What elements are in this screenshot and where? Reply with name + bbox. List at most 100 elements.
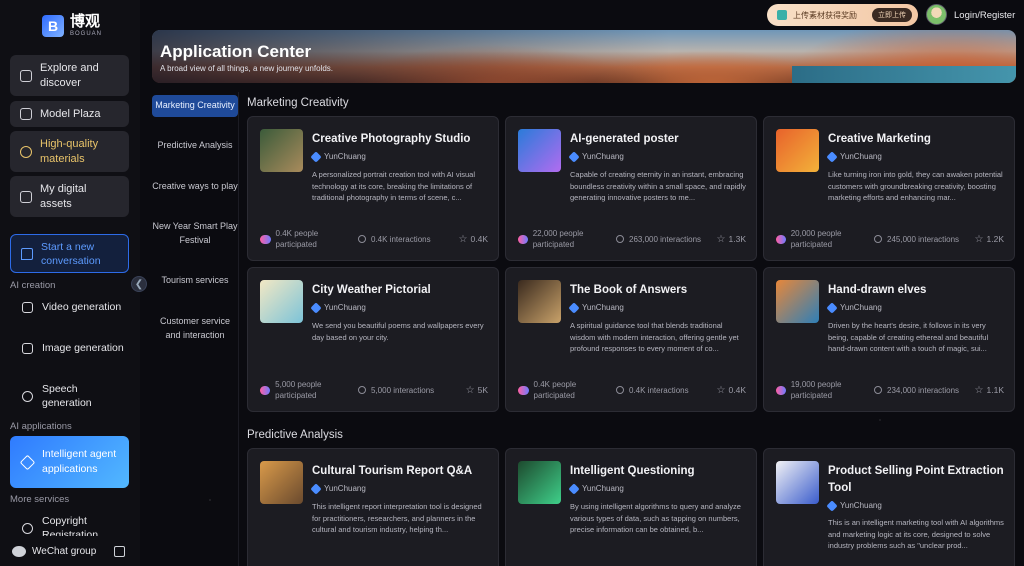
app-title: Cultural Tourism Report Q&A — [312, 465, 473, 477]
star-count: 0.4K — [470, 233, 489, 244]
author-icon — [826, 499, 838, 512]
sidebar-bottom-bar: WeChat group — [0, 536, 140, 566]
medal-icon — [20, 145, 32, 158]
new-conversation-button[interactable]: Start a new conversation — [10, 234, 129, 273]
interactions-icon — [358, 386, 366, 394]
author-name: YunChuang — [840, 152, 882, 161]
app-stats: 0.4K people participated 0.4K interaction… — [518, 376, 746, 404]
sidebar-item-video[interactable]: Video generation — [22, 300, 130, 314]
participants-icon — [260, 234, 271, 244]
participants-icon — [776, 234, 786, 244]
author-icon — [826, 301, 838, 314]
tab-marketing-creativity[interactable]: Marketing Creativity — [152, 95, 238, 117]
avatar[interactable] — [926, 4, 947, 25]
interactions-icon — [874, 386, 882, 394]
cube-icon — [20, 108, 32, 120]
chevron-left-icon: ❮ — [134, 278, 144, 290]
author-name: YunChuang — [582, 303, 624, 312]
tab-tourism-services[interactable]: Tourism services — [152, 274, 238, 288]
app-author: YunChuang — [310, 301, 366, 314]
app-card[interactable]: Hand-drawn elves YunChuang Driven by the h… — [763, 267, 1015, 412]
app-stats: 20,000 people participated 245,000 intera… — [776, 225, 1004, 253]
app-description: By using intelligent algorithms to query… — [570, 502, 741, 534]
star-count: 1.2K — [986, 233, 1005, 244]
interactions-icon — [874, 235, 882, 243]
app-author: YunChuang — [568, 301, 624, 314]
grid-icon — [20, 69, 32, 82]
app-title: City Weather Pictorial — [312, 284, 431, 296]
author-icon — [826, 150, 838, 163]
chat-bubble-icon — [21, 247, 33, 260]
sidebar-item-explore[interactable]: Explore and discover — [10, 55, 129, 96]
star-icon[interactable]: ☆ — [466, 385, 475, 396]
interactions-icon — [616, 386, 624, 394]
collapse-sidebar-button[interactable]: ❮ — [131, 276, 147, 292]
tab-new-year-festival[interactable]: New Year Smart Play Festival — [152, 220, 238, 247]
wechat-group-link[interactable]: WeChat group — [32, 546, 96, 557]
participants-count: 0.4K people participated — [533, 380, 577, 400]
logo-mark: B — [42, 14, 64, 37]
sidebar-item-image[interactable]: Image generation — [22, 341, 130, 355]
app-author: YunChuang — [826, 301, 882, 314]
section-label-more-services: More services — [10, 494, 70, 505]
copyright-icon — [22, 522, 33, 534]
interactions-count: 5,000 interactions — [371, 385, 435, 395]
sidebar-item-label: My digital assets — [40, 182, 87, 210]
app-card[interactable]: Product Selling Point Extraction Tool Yun… — [763, 448, 1015, 566]
sidebar-item-materials[interactable]: High-quality materials — [10, 131, 129, 172]
sidebar-item-label: Explore and discover — [40, 61, 99, 89]
page-title: Application Center — [160, 42, 312, 61]
tab-predictive-analysis[interactable]: Predictive Analysis — [152, 139, 238, 153]
interactions-icon — [358, 235, 366, 243]
app-card[interactable]: Creative Photography Studio YunChuang A pe… — [247, 116, 499, 261]
upload-now-button[interactable]: 立即上传 — [872, 8, 912, 22]
wechat-icon — [12, 545, 26, 557]
sidebar-item-digital-assets[interactable]: My digital assets — [10, 176, 129, 217]
app-author: YunChuang — [568, 150, 624, 163]
app-thumbnail — [518, 129, 561, 172]
app-card[interactable]: Cultural Tourism Report Q&A YunChuang This… — [247, 448, 499, 566]
sidebar-item-label: Model Plaza — [40, 107, 101, 120]
author-icon — [310, 150, 322, 163]
tab-customer-service[interactable]: Customer service and interaction — [152, 315, 238, 342]
section-title-marketing: Marketing Creativity — [247, 97, 349, 109]
author-icon — [310, 482, 322, 495]
app-author: YunChuang — [310, 150, 366, 163]
sidebar-item-model-plaza[interactable]: Model Plaza — [10, 101, 129, 127]
app-card[interactable]: AI-generated poster YunChuang Capable of c… — [505, 116, 757, 261]
sidebar-item-label: Speech generation — [42, 383, 92, 409]
star-icon[interactable]: ☆ — [717, 234, 726, 245]
app-card[interactable]: City Weather Pictorial YunChuang We send y… — [247, 267, 499, 412]
star-icon[interactable]: ☆ — [975, 385, 984, 396]
login-register-link[interactable]: Login/Register — [954, 10, 1015, 21]
star-icon[interactable]: ☆ — [459, 234, 468, 245]
star-icon[interactable]: ☆ — [717, 385, 726, 396]
banner-scenery — [792, 66, 1016, 83]
participants-count: 5,000 people participated — [275, 380, 322, 400]
logo[interactable]: B 博观 BOGUAN — [42, 14, 102, 37]
speech-icon — [22, 390, 33, 402]
tab-creative-ways-to-play[interactable]: Creative ways to play — [152, 180, 238, 194]
video-icon — [22, 301, 33, 313]
star-count: 0.4K — [728, 384, 747, 395]
participants-count: 22,000 people participated — [532, 229, 584, 249]
mini-program-icon[interactable] — [114, 545, 126, 557]
sidebar-item-agent-applications[interactable]: Intelligent agent applications — [10, 436, 129, 488]
logo-english-name: BOGUAN — [70, 31, 103, 37]
star-icon[interactable]: ☆ — [975, 234, 984, 245]
app-title: Creative Photography Studio — [312, 133, 471, 145]
interactions-count: 245,000 interactions — [887, 234, 960, 244]
interactions-count: 0.4K interactions — [371, 234, 431, 244]
app-thumbnail — [260, 129, 303, 172]
app-thumbnail — [518, 280, 561, 323]
app-author: YunChuang — [826, 150, 882, 163]
app-card[interactable]: Intelligent Questioning YunChuang By using… — [505, 448, 757, 566]
author-name: YunChuang — [840, 501, 882, 510]
app-card[interactable]: Creative Marketing YunChuang Like turning … — [763, 116, 1015, 261]
upload-promo-banner[interactable]: 上传素材获得奖励 立即上传 — [767, 4, 918, 26]
cube-icon — [19, 454, 36, 470]
app-description: Capable of creating eternity in an insta… — [570, 170, 746, 202]
app-card[interactable]: The Book of Answers YunChuang A spiritual … — [505, 267, 757, 412]
sidebar-item-speech[interactable]: Speech generation — [22, 382, 130, 410]
app-title: Hand-drawn elves — [828, 284, 927, 296]
